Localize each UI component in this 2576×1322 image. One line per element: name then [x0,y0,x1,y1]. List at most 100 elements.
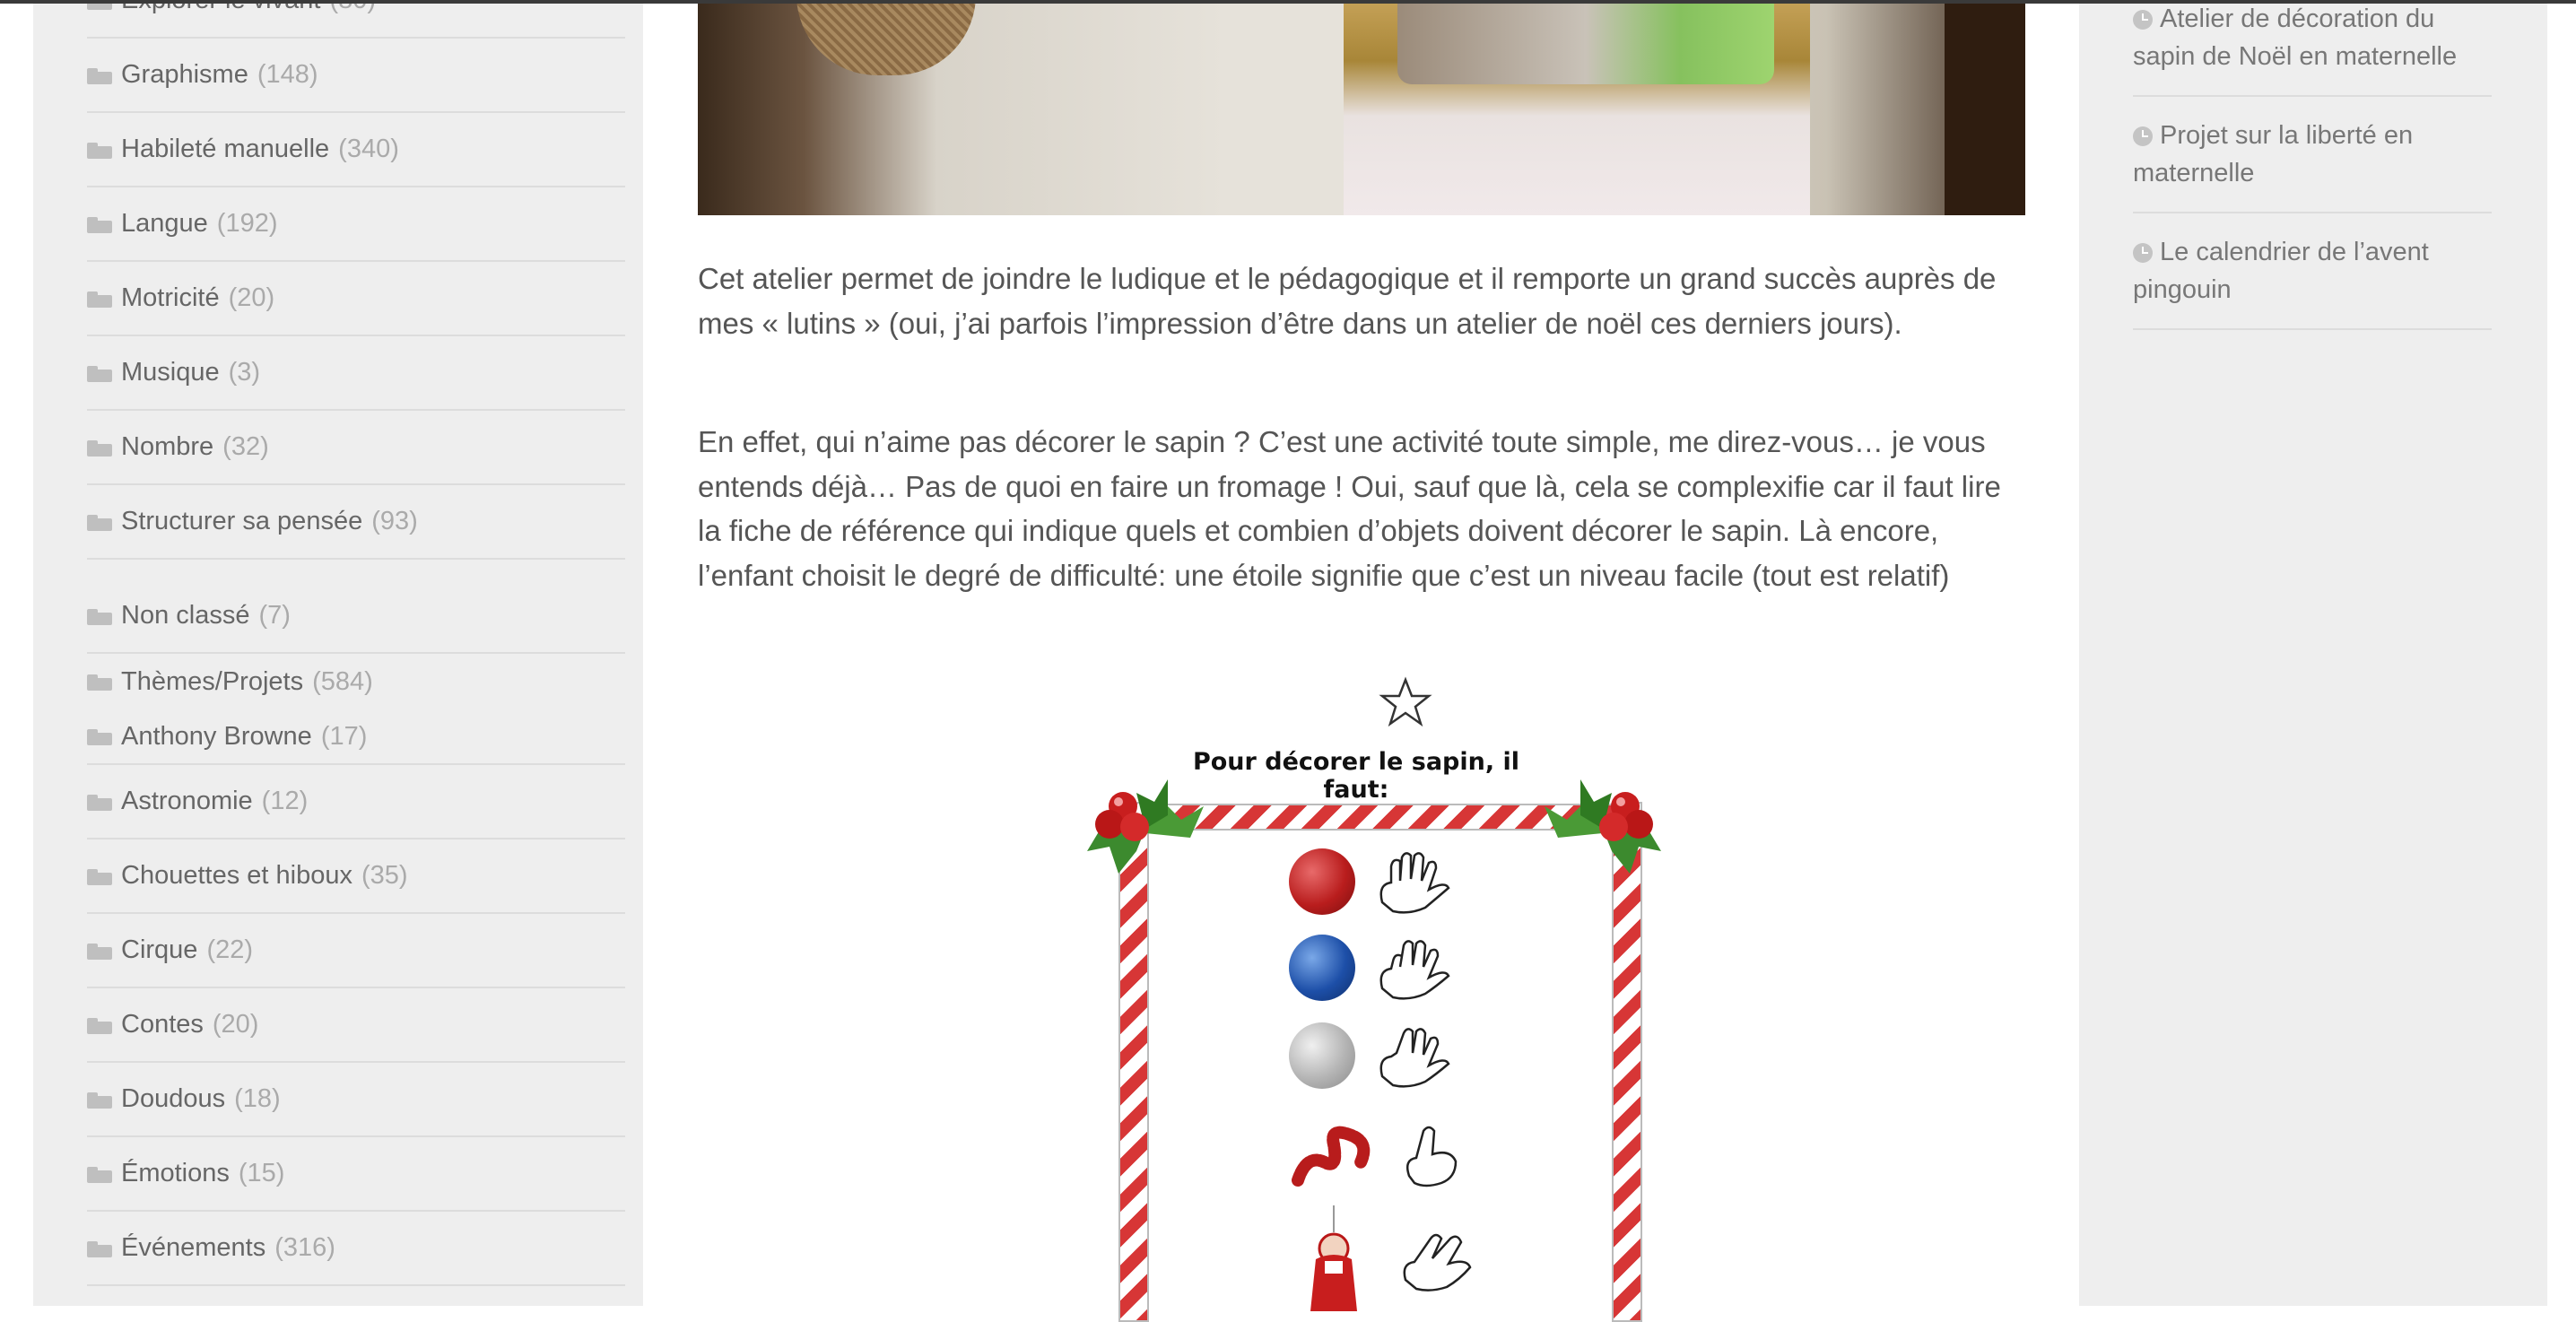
category-name[interactable]: Astronomie [121,787,253,816]
folder-icon [87,727,112,745]
category-name[interactable]: Doudous [121,1084,225,1114]
category-item[interactable]: Cirque (22) [87,914,625,988]
category-count: (340) [338,135,399,163]
worksheet-title: Pour décorer le sapin, il faut: [1192,748,1520,804]
red-bauble-icon [1289,848,1355,915]
folder-icon [87,607,112,625]
folder-icon [87,364,112,382]
holly-icon [1087,779,1204,874]
santa-ornament-icon [1310,1205,1357,1311]
left-sidebar-categories: Explorer le vivant (80) Graphisme (148) … [33,4,643,1306]
category-count: (32) [222,432,269,461]
worksheet-row [1289,1022,1454,1089]
category-list: Explorer le vivant (80) Graphisme (148) … [87,4,625,1286]
category-name[interactable]: Graphisme [121,60,248,90]
recent-post-item[interactable]: Projet sur la liberté en maternelle [2133,97,2492,213]
hand-one-icon [1406,1126,1458,1187]
category-name[interactable]: Motricité [121,283,220,313]
category-item[interactable]: Événements (316) [87,1212,625,1286]
category-name[interactable]: Habileté manuelle [121,135,329,164]
folder-icon [87,290,112,308]
category-name[interactable]: Contes [121,1010,204,1039]
recent-post-link[interactable]: Le calendrier de l’avent pingouin [2133,238,2429,304]
category-item[interactable]: Non classé (7) [87,579,625,654]
category-name[interactable]: Nombre [121,432,213,462]
worksheet-row [1289,935,1454,1001]
category-name[interactable]: Musique [121,358,220,387]
category-count: (3) [228,358,261,387]
article-paragraph-1: Cet atelier permet de joindre le ludique… [698,257,2027,345]
folder-icon [87,1016,112,1034]
folder-icon [87,4,112,10]
paragraph-text: Cet atelier permet de joindre le ludique… [698,262,1997,340]
folder-icon [87,66,112,84]
category-item[interactable]: Structurer sa pensée (93) [87,485,625,560]
category-item[interactable]: Thèmes/Projets (584) [87,654,625,709]
category-item[interactable]: Chouettes et hiboux (35) [87,839,625,914]
cookie-tin-image [1344,4,1810,215]
blue-bauble-icon [1289,935,1355,1001]
recent-post-item[interactable]: Le calendrier de l’avent pingouin [2133,213,2492,330]
folder-icon [87,215,112,233]
folder-icon [87,513,112,531]
category-count: (316) [274,1233,335,1262]
folder-icon [87,1239,112,1257]
category-item[interactable]: Anthony Browne (17) [87,709,625,765]
worksheet-row [1289,1118,1468,1193]
folder-icon [87,1165,112,1183]
category-item[interactable]: Émotions (15) [87,1137,625,1212]
category-count: (20) [228,283,275,312]
category-count: (148) [257,60,318,89]
category-name[interactable]: Émotions [121,1159,230,1188]
category-item[interactable]: Graphisme (148) [87,39,625,113]
category-item[interactable]: Astronomie (12) [87,765,625,839]
category-name[interactable]: Événements [121,1233,265,1263]
recent-post-link[interactable]: Projet sur la liberté en maternelle [2133,121,2413,187]
hand-three-icon [1379,1028,1450,1088]
recent-posts-list: Atelier de décoration du sapin de Noël e… [2133,0,2492,330]
category-name[interactable]: Anthony Browne [121,722,312,752]
clock-icon [2133,126,2153,147]
category-name[interactable]: Chouettes et hiboux [121,861,352,891]
category-count: (93) [371,507,418,535]
category-count: (18) [234,1084,281,1113]
category-item[interactable]: Explorer le vivant (80) [87,4,625,39]
category-item[interactable]: Habileté manuelle (340) [87,113,625,187]
garland-icon [1292,1126,1371,1187]
category-item[interactable]: Motricité (20) [87,262,625,336]
folder-icon [87,793,112,811]
category-item[interactable]: Musique (3) [87,336,625,411]
clock-icon [2133,10,2153,30]
category-count: (584) [312,666,373,696]
folder-icon [87,673,112,691]
category-count: (80) [329,4,376,15]
category-item[interactable]: Nombre (32) [87,411,625,485]
category-item[interactable]: Doudous (18) [87,1063,625,1137]
silver-bauble-icon [1289,1022,1355,1089]
category-name[interactable]: Thèmes/Projets [121,667,303,697]
hand-four-icon [1379,940,1450,1000]
category-name[interactable]: Explorer le vivant [121,4,320,15]
category-count: (12) [261,787,309,815]
worksheet-row [1289,848,1454,915]
category-name[interactable]: Cirque [121,935,197,965]
burlap-bag-image [796,4,976,75]
category-name[interactable]: Structurer sa pensée [121,507,362,536]
worksheet-image: Pour décorer le sapin, il faut: [1087,676,1701,1322]
category-name[interactable]: Langue [121,209,208,239]
category-item[interactable]: Contes (20) [87,988,625,1063]
category-item[interactable]: Langue (192) [87,187,625,262]
folder-icon [87,867,112,885]
category-count: (20) [212,1010,259,1039]
category-name[interactable]: Non classé [121,601,249,631]
folder-icon [87,942,112,960]
worksheet-row [1289,1205,1477,1313]
article-photo [698,4,2025,215]
holly-icon [1545,779,1661,874]
recent-post-link[interactable]: Atelier de décoration du sapin de Noël e… [2133,4,2457,71]
article-paragraph-2: En effet, qui n’aime pas décorer le sapi… [698,420,2027,597]
category-count: (22) [206,935,254,964]
hand-five-icon [1379,852,1450,914]
recent-post-item[interactable]: Atelier de décoration du sapin de Noël e… [2133,0,2492,97]
category-count: (17) [320,721,368,751]
